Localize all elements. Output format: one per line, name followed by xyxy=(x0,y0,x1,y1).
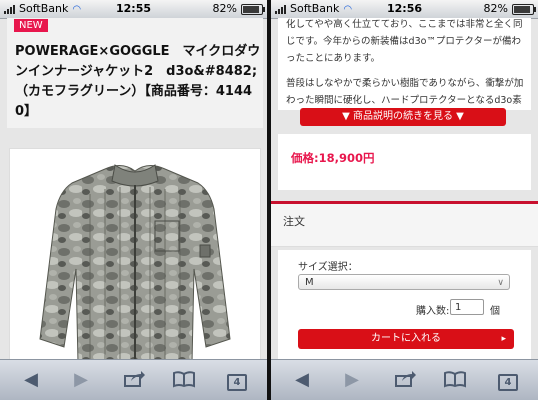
battery-status: 82% xyxy=(212,0,265,18)
product-title: POWERAGE×GOGGLE マイクロダウンインナージャケット2 d3o&#8… xyxy=(15,44,261,119)
size-select[interactable]: M ∨ xyxy=(298,274,510,290)
forward-arrow-icon[interactable]: ▶ xyxy=(339,370,365,390)
quantity-input[interactable]: 1 xyxy=(450,299,484,315)
battery-percent: 82% xyxy=(483,2,508,15)
right-phone-screen: SoftBank ◠ 12:56 82% 化してやや高く仕立てており、ここまでは非… xyxy=(271,0,538,400)
bookmarks-icon[interactable] xyxy=(442,370,468,390)
tabs-icon[interactable]: 4 xyxy=(224,370,250,391)
description-line: 普段はしなやかで柔らかい樹脂でありながら、衝撃が加 xyxy=(286,78,524,89)
browser-toolbar: ◀ ▶ 4 xyxy=(271,359,538,400)
tabs-icon[interactable]: 4 xyxy=(495,370,521,391)
dual-screenshot: SoftBank ◠ 12:55 82% NEW POWERAGE×GOGGLE … xyxy=(0,0,538,400)
battery-icon xyxy=(512,3,536,15)
size-label: サイズ選択： xyxy=(298,262,358,273)
jacket-image xyxy=(39,164,231,360)
add-to-cart-label: カートに入れる xyxy=(371,333,441,344)
page-content[interactable]: 化してやや高く仕立てており、ここまでは非常と全く同 じです。今年からの新装備はd… xyxy=(271,18,538,360)
description-line: 化してやや高く仕立てており、ここまでは非常と全く同 xyxy=(286,19,523,30)
tabs-count: 4 xyxy=(498,374,518,391)
chevron-down-icon: ∨ xyxy=(497,278,504,288)
show-more-description-button[interactable]: ▼ 商品説明の続きを見る ▼ xyxy=(300,108,506,126)
back-arrow-icon[interactable]: ◀ xyxy=(289,370,315,390)
size-select-value: M xyxy=(305,277,314,288)
description-line: ったことにあります。 xyxy=(286,53,381,64)
left-phone-screen: SoftBank ◠ 12:55 82% NEW POWERAGE×GOGGLE … xyxy=(0,0,267,400)
description-box: 化してやや高く仕立てており、ここまでは非常と全く同 じです。今年からの新装備はd… xyxy=(278,18,531,110)
battery-percent: 82% xyxy=(212,2,237,15)
add-to-cart-button[interactable]: カートに入れる ▸ xyxy=(298,329,514,349)
battery-status: 82% xyxy=(483,0,536,18)
quantity-unit: 個 xyxy=(490,306,500,317)
new-badge: NEW xyxy=(14,19,48,32)
share-icon[interactable] xyxy=(392,370,418,390)
order-section-header: 注文 xyxy=(271,204,538,247)
order-title: 注文 xyxy=(283,215,305,228)
battery-icon xyxy=(241,3,265,15)
product-image[interactable] xyxy=(9,148,261,360)
price: 価格:18,900円 xyxy=(291,151,375,165)
order-form: サイズ選択： M ∨ 購入数: 1 個 カートに入れる ▸ xyxy=(278,250,531,360)
status-bar: SoftBank ◠ 12:55 82% xyxy=(0,0,267,19)
forward-arrow-icon[interactable]: ▶ xyxy=(68,370,94,390)
back-arrow-icon[interactable]: ◀ xyxy=(18,370,44,390)
description-line xyxy=(286,67,524,75)
price-box: 価格:18,900円 xyxy=(278,134,531,190)
share-icon[interactable] xyxy=(121,370,147,390)
browser-toolbar: ◀ ▶ 4 xyxy=(0,359,267,400)
product-header: NEW POWERAGE×GOGGLE マイクロダウンインナージャケット2 d3… xyxy=(7,18,263,128)
quantity-label: 購入数: xyxy=(416,306,450,317)
chevron-right-icon: ▸ xyxy=(501,334,506,344)
page-content[interactable]: NEW POWERAGE×GOGGLE マイクロダウンインナージャケット2 d3… xyxy=(0,18,267,360)
description-line: じです。今年からの新装備はd3o™プロテクターが備わ xyxy=(286,36,522,47)
description-text: 化してやや高く仕立てており、ここまでは非常と全く同 じです。今年からの新装備はd… xyxy=(286,18,524,109)
status-bar: SoftBank ◠ 12:56 82% xyxy=(271,0,538,19)
tabs-count: 4 xyxy=(227,374,247,391)
description-line: わった瞬間に硬化し、ハードプロテクターとなるd3o素 xyxy=(286,95,522,106)
bookmarks-icon[interactable] xyxy=(171,370,197,390)
